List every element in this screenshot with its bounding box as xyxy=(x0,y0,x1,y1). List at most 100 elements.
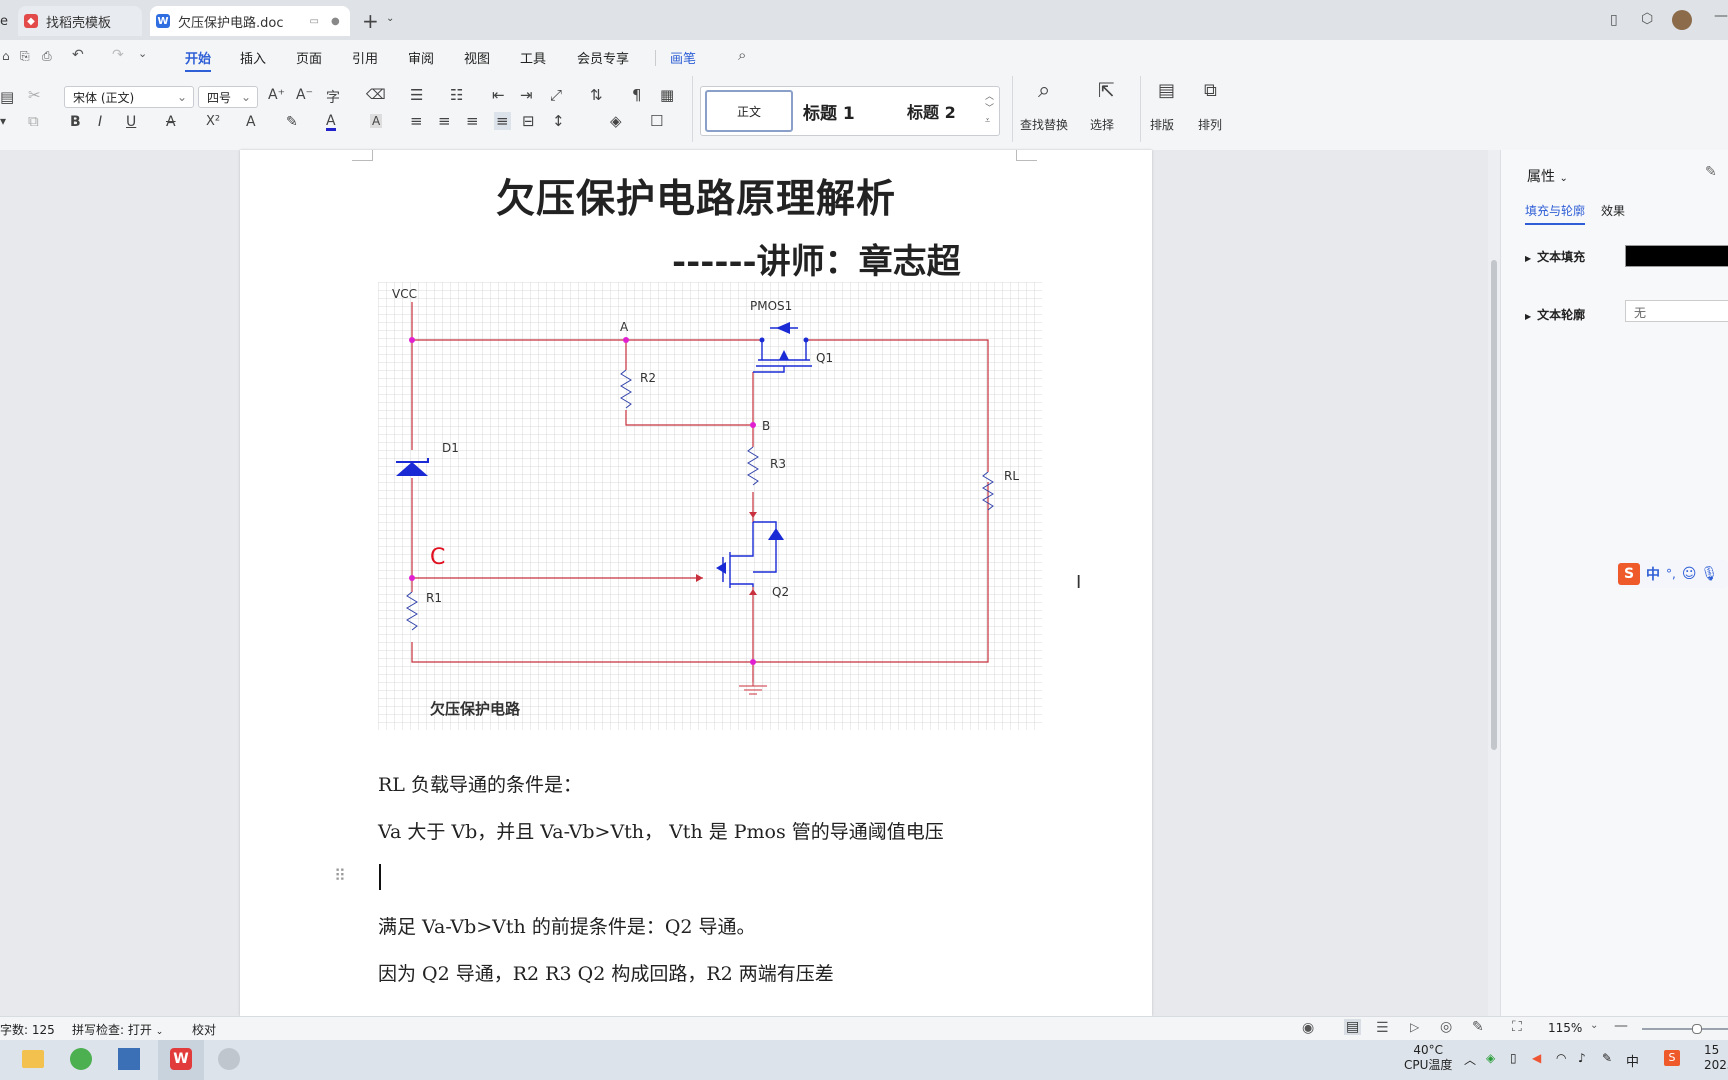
tab-document[interactable]: W 欠压保护电路.doc ▭ ● xyxy=(150,6,350,36)
home-icon[interactable]: ⌂ xyxy=(2,49,10,63)
superscript-icon[interactable]: X² xyxy=(206,114,220,129)
pen-icon[interactable]: ✎ xyxy=(1472,1019,1484,1035)
tab-tools[interactable]: 工具 xyxy=(520,48,546,67)
tab-view[interactable]: 视图 xyxy=(464,48,490,67)
word-count[interactable]: 字数: 125 xyxy=(0,1021,55,1038)
cursor-select-icon[interactable]: ⇱ xyxy=(1098,78,1115,102)
arrange-icon[interactable]: ⧉ xyxy=(1204,80,1217,101)
layout-icon[interactable]: ▤ xyxy=(1158,80,1175,101)
scrollbar-thumb[interactable] xyxy=(1491,260,1497,750)
tab-window-icon[interactable]: ▭ xyxy=(310,16,319,27)
style-normal[interactable]: 正文 xyxy=(705,90,793,132)
table-icon[interactable]: ▦ xyxy=(660,86,674,104)
app-icon[interactable] xyxy=(118,1048,140,1070)
find-replace-button[interactable]: 查找替换 xyxy=(1020,116,1068,133)
copy-icon[interactable]: ⧉ xyxy=(28,112,39,130)
distribute-icon[interactable]: ⊟ xyxy=(522,112,535,130)
pen-tray-icon[interactable]: ✎ xyxy=(1602,1051,1612,1065)
outline-view-icon[interactable]: ☰ xyxy=(1376,1020,1389,1036)
file-explorer-icon[interactable] xyxy=(22,1050,44,1068)
bullets-icon[interactable]: ☰ xyxy=(410,86,423,104)
paste-icon[interactable]: ▤ xyxy=(0,88,14,106)
minimize-icon[interactable]: — xyxy=(1714,8,1728,24)
drag-handle-icon[interactable]: ⠿ xyxy=(334,866,346,885)
italic-icon[interactable]: I xyxy=(98,114,102,130)
chevron-up-icon[interactable]: ︿ xyxy=(1464,1051,1476,1068)
document-page[interactable]: 欠压保护电路原理解析 ------讲师：章志超 VCC A PMOS1 Q1 R… xyxy=(240,150,1152,1016)
tab-member[interactable]: 会员专享 xyxy=(577,48,629,67)
zoom-out-icon[interactable]: — xyxy=(1614,1018,1628,1034)
chevron-down-icon[interactable]: ⌄ xyxy=(386,13,394,24)
ime-toolbar[interactable]: S 中 °, ☺ 🎙 xyxy=(1616,560,1728,588)
tab-home[interactable]: 开始 xyxy=(185,48,212,72)
text-effect-icon[interactable]: A xyxy=(246,114,256,130)
tray-icon[interactable]: ◈ xyxy=(1486,1051,1495,1065)
punctuation-icon[interactable]: °, xyxy=(1666,567,1676,581)
sidebar-toggle-icon[interactable]: ▯ xyxy=(1610,12,1618,28)
text-outline-row[interactable]: ▶ 文本轮廓 xyxy=(1525,306,1585,323)
tab-pen[interactable]: 画笔 xyxy=(670,48,696,67)
shading-icon[interactable]: ◈ xyxy=(610,112,622,130)
char-shading-icon[interactable]: A xyxy=(370,114,383,128)
volume-icon[interactable]: ♪ xyxy=(1578,1051,1586,1065)
cpu-temp[interactable]: 40°C CPU温度 xyxy=(1404,1043,1452,1073)
tab-fill-outline[interactable]: 填充与轮廓 xyxy=(1525,202,1586,225)
redo-icon[interactable]: ↷ xyxy=(112,47,124,63)
font-name-select[interactable]: 宋体 (正文) ⌄ xyxy=(64,86,194,108)
style-heading1[interactable]: 标题 1 xyxy=(803,99,855,124)
panel-title[interactable]: 属性 ⌄ xyxy=(1527,166,1568,186)
zoom-level[interactable]: 115% xyxy=(1548,1021,1582,1035)
show-marks-icon[interactable]: ¶ xyxy=(632,86,642,104)
circuit-diagram[interactable]: VCC A PMOS1 Q1 R2 B D1 R3 RL Q2 R1 C 欠压保… xyxy=(378,282,1042,730)
speaker-mute-icon[interactable]: ◀ xyxy=(1532,1051,1541,1065)
border-icon[interactable]: ☐ xyxy=(650,112,663,130)
highlight-icon[interactable]: ✎ xyxy=(286,114,298,130)
phonetic-icon[interactable]: 字 xyxy=(326,87,340,107)
tab-effects[interactable]: 效果 xyxy=(1601,202,1625,219)
text-fill-row[interactable]: ▶ 文本填充 xyxy=(1525,248,1585,265)
cut-icon[interactable]: ✂ xyxy=(28,86,41,104)
sogou-icon[interactable]: S xyxy=(1618,563,1640,585)
shrink-font-icon[interactable]: A⁻ xyxy=(296,87,313,103)
increase-indent-icon[interactable]: ⇥ xyxy=(520,86,533,104)
play-icon[interactable]: ▷ xyxy=(1410,1020,1419,1034)
ime-lang[interactable]: 中 xyxy=(1646,564,1660,584)
format-painter-icon[interactable]: ▾ xyxy=(0,114,6,128)
emoji-icon[interactable]: ☺ xyxy=(1682,566,1697,582)
sogou-tray-icon[interactable]: S xyxy=(1664,1050,1680,1066)
grow-font-icon[interactable]: A⁺ xyxy=(268,87,285,103)
font-size-select[interactable]: 四号 ⌄ xyxy=(198,86,258,108)
bold-icon[interactable]: B xyxy=(70,114,81,130)
browser-icon[interactable] xyxy=(70,1048,92,1070)
text-direction-icon[interactable]: ⤢ xyxy=(550,86,562,104)
text-fill-swatch[interactable] xyxy=(1625,245,1728,267)
paragraph[interactable]: RL 负载导通的条件是： xyxy=(378,770,582,797)
cube-icon[interactable]: ⬡ xyxy=(1641,11,1653,27)
text-outline-select[interactable]: 无 xyxy=(1625,300,1728,322)
avatar[interactable] xyxy=(1672,10,1692,30)
align-left-icon[interactable]: ≡ xyxy=(410,112,423,130)
vertical-scrollbar[interactable] xyxy=(1488,150,1500,1016)
new-tab-icon[interactable]: + xyxy=(362,9,379,33)
decrease-indent-icon[interactable]: ⇤ xyxy=(492,86,505,104)
zoom-slider[interactable] xyxy=(1642,1028,1728,1030)
web-view-icon[interactable]: ◎ xyxy=(1440,1019,1452,1035)
usb-icon[interactable]: ▯ xyxy=(1510,1051,1517,1065)
search-icon[interactable]: ⌕ xyxy=(738,46,746,64)
tab-partial[interactable]: e xyxy=(0,6,14,36)
ime-tray[interactable]: 中 xyxy=(1626,1051,1639,1070)
line-spacing-icon[interactable]: ↕ xyxy=(552,112,565,130)
tab-templates[interactable]: ◆ 找稻壳模板 xyxy=(18,6,142,36)
chevron-down-icon[interactable]: ⌄ xyxy=(138,47,147,60)
style-heading2[interactable]: 标题 2 xyxy=(907,99,956,123)
spell-check[interactable]: 拼写检查: 打开 ⌄ xyxy=(72,1021,163,1038)
app-icon[interactable] xyxy=(218,1048,240,1070)
eye-icon[interactable]: ◉ xyxy=(1302,1020,1314,1036)
print-preview-icon[interactable]: ⎙ xyxy=(42,49,52,64)
tab-insert[interactable]: 插入 xyxy=(240,48,266,67)
arrange-button[interactable]: 排列 xyxy=(1198,116,1222,133)
select-button[interactable]: 选择 xyxy=(1090,116,1114,133)
wifi-icon[interactable]: ◠ xyxy=(1556,1051,1566,1065)
align-center-icon[interactable]: ≡ xyxy=(438,112,451,130)
numbering-icon[interactable]: ☷ xyxy=(450,86,463,104)
